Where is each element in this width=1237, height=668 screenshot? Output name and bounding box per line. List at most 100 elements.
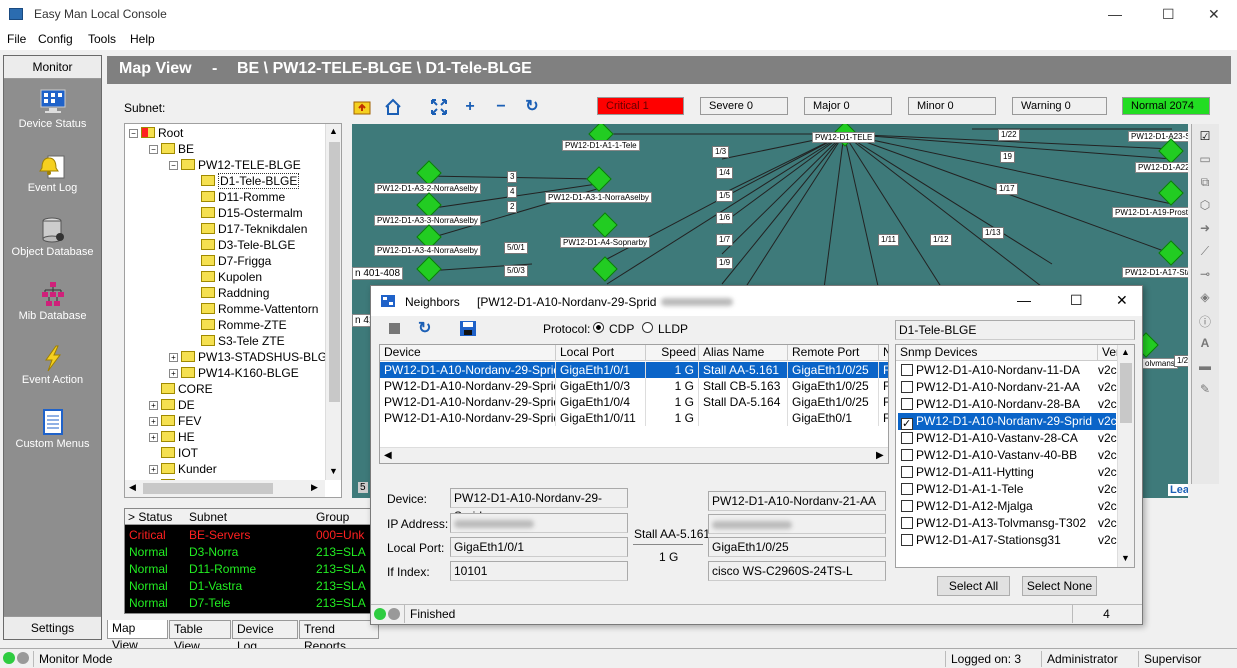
edit-icon[interactable]: ✎ [1196,382,1214,400]
expand-icon[interactable]: + [169,353,178,362]
info-icon[interactable]: ⓘ [1196,313,1214,331]
snmp-device-row[interactable]: PW12-D1-A17-Stationsg31 v2c [898,532,1117,549]
tree-node[interactable]: S3-Tele ZTE [189,333,285,349]
vertical-scrollbar[interactable]: ▲ ▼ [1117,345,1134,567]
scroll-thumb[interactable] [329,142,340,402]
scroll-down-icon[interactable]: ▼ [1121,553,1130,563]
tree-node[interactable]: D7-Frigga [189,253,271,269]
lldp-radio[interactable] [642,322,653,333]
column-version[interactable]: Ver [1098,345,1120,361]
tree-node[interactable]: + PW13-STADSHUS-BLG [169,349,327,365]
object-icon[interactable]: ⬡ [1196,198,1214,216]
column-status[interactable]: > Status [128,510,172,524]
device-checkbox[interactable] [901,483,913,495]
major-count[interactable]: Major 0 [804,97,892,115]
warning-count[interactable]: Warning 0 [1012,97,1107,115]
expand-icon[interactable]: + [149,433,158,442]
tree-node[interactable]: CORE [149,381,213,397]
zoom-in-icon[interactable]: + [461,98,479,116]
scroll-up-icon[interactable]: ▲ [329,126,338,136]
zoom-out-icon[interactable]: − [492,98,510,116]
device-checkbox[interactable] [901,398,913,410]
neighbor-row[interactable]: PW12-D1-A10-Nordanv-29-Sprid GigaEth1/0/3… [380,378,888,394]
column-local-port[interactable]: Local Port [556,345,646,361]
nav-header[interactable]: Monitor [4,56,101,79]
nav-event-action[interactable]: Event Action [4,342,101,406]
column-snmp-devices[interactable]: Snmp Devices [896,345,1098,361]
snmp-device-row[interactable]: PW12-D1-A13-Tolvmansg-T302 v2c [898,515,1117,532]
close-icon[interactable]: ✕ [1208,6,1220,23]
tree-node[interactable]: + PW14-K160-BLGE [169,365,299,381]
checkbox-icon[interactable]: ☑ [1196,129,1214,147]
tree-node[interactable]: − PW12-TELE-BLGE [169,157,301,173]
tree-horizontal-scrollbar[interactable]: ◀ ▶ [125,480,325,497]
tree-node[interactable]: + HE [149,429,195,445]
critical-count[interactable]: Critical 1 [597,97,684,115]
folder-up-icon[interactable] [353,98,371,116]
snmp-device-row[interactable]: PW12-D1-A10-Nordanv-11-DA v2c [898,362,1117,379]
nav-event-log[interactable]: Event Log [4,150,101,214]
leaflet-attribution[interactable]: Leaflet [1168,484,1188,496]
device-checkbox[interactable] [901,466,913,478]
cdp-radio[interactable] [593,322,604,333]
device-checkbox[interactable] [901,500,913,512]
link-icon[interactable]: ⊸ [1196,267,1214,285]
nav-object-database[interactable]: Object Database [4,214,101,278]
tree-node[interactable]: D15-Ostermalm [189,205,303,221]
snmp-device-row[interactable]: PW12-D1-A10-Vastanv-40-BB v2c [898,447,1117,464]
column-alias[interactable]: Alias Name [699,345,788,361]
status-row[interactable]: Normal D7-Tele 213=SLA [125,595,379,612]
refresh-icon[interactable]: ↻ [523,98,541,116]
line-icon[interactable]: ⟋ [1196,244,1214,262]
menu-tools[interactable]: Tools [88,32,116,46]
scroll-left-icon[interactable]: ◀ [384,450,392,461]
status-row[interactable]: Normal D1-Vastra 213=SLA [125,578,379,595]
scroll-thumb[interactable] [143,483,273,494]
status-row[interactable]: Critical BE-Servers 000=Unk [125,527,379,544]
column-remote-port[interactable]: Remote Port [788,345,879,361]
scroll-thumb[interactable] [1120,363,1132,423]
minimize-icon[interactable]: — [1017,292,1031,308]
column-group[interactable]: Group [316,510,349,524]
tree-node[interactable]: + DE [149,397,195,413]
tree-node[interactable]: Raddning [189,285,269,301]
scroll-left-icon[interactable]: ◀ [129,482,136,493]
tab-table-view[interactable]: Table View [169,620,231,653]
tab-device-log[interactable]: Device Log [232,620,298,653]
tree-node[interactable]: D1-Tele-BLGE [189,173,300,189]
select-none-button[interactable]: Select None [1022,576,1097,596]
tree-node[interactable]: D11-Romme [189,189,285,205]
snmp-device-row[interactable]: PW12-D1-A12-Mjalga v2c [898,498,1117,515]
home-icon[interactable] [384,98,402,116]
normal-count[interactable]: Normal 2074 [1122,97,1210,115]
scroll-right-icon[interactable]: ▶ [311,482,318,493]
nav-custom-menus[interactable]: Custom Menus [4,406,101,470]
nav-device-status[interactable]: Device Status [4,86,101,150]
rectangle-icon[interactable]: ▬ [1196,359,1214,377]
stop-icon[interactable] [389,323,400,334]
collapse-icon[interactable]: − [149,145,158,154]
collapse-icon[interactable]: − [169,161,178,170]
save-icon[interactable] [460,321,476,336]
snmp-device-row[interactable]: PW12-D1-A11-Hytting v2c [898,464,1117,481]
expand-icon[interactable]: + [169,369,178,378]
snmp-device-row[interactable]: PW12-D1-A10-Nordanv-28-BA v2c [898,396,1117,413]
menu-file[interactable]: File [7,32,26,46]
column-n[interactable]: N [879,345,888,361]
expand-icon[interactable]: + [149,417,158,426]
status-row[interactable]: Normal D3-Norra 213=SLA [125,544,379,561]
device-checkbox[interactable] [901,364,913,376]
device-checkbox[interactable] [901,381,913,393]
tree-vertical-scrollbar[interactable]: ▲ ▼ [325,124,341,480]
device-checkbox[interactable]: ✓ [901,418,913,430]
tree-node[interactable]: − Root [129,125,183,141]
shape-icon[interactable]: ◈ [1196,290,1214,308]
tab-trend-reports[interactable]: Trend Reports [299,620,379,653]
tree-node[interactable]: Kupolen [189,269,262,285]
device-checkbox[interactable] [901,449,913,461]
maximize-icon[interactable]: ☐ [1070,292,1083,309]
tree-node[interactable]: + Kunder [149,461,217,477]
move-icon[interactable]: ➜ [1196,221,1214,239]
fit-view-icon[interactable] [430,98,448,116]
severe-count[interactable]: Severe 0 [700,97,788,115]
